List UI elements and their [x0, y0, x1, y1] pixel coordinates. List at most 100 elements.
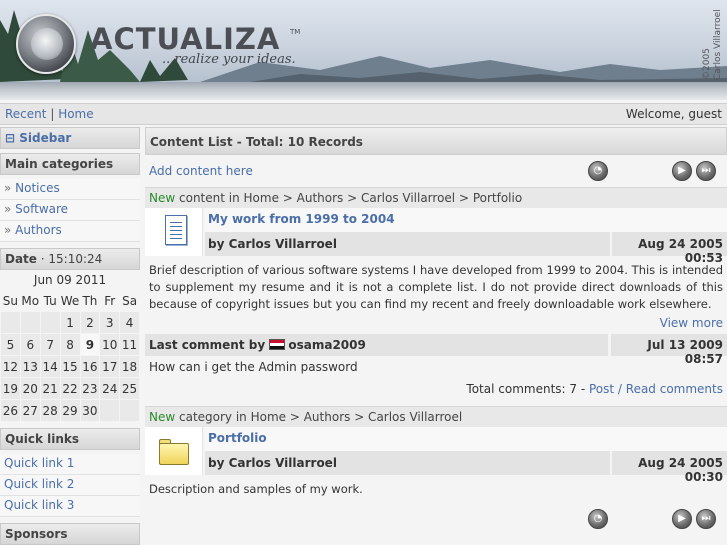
calendar-day[interactable]: 6 [19, 333, 41, 356]
breadcrumb-path: content in Home > Authors > Carlos Villa… [175, 191, 523, 205]
bottom-toolbar: ◔ ▶ ⏭ [145, 507, 727, 537]
item-breadcrumb: New content in Home > Authors > Carlos V… [145, 187, 727, 208]
item-title-link[interactable]: Portfolio [208, 431, 267, 445]
calendar-empty-cell [119, 399, 140, 422]
item-icon-cell [145, 208, 203, 256]
comment-date: Jul 13 2009 08:57 [611, 334, 727, 366]
calendar-day[interactable]: 10 [99, 333, 121, 356]
calendar-day[interactable]: 19 [0, 377, 21, 400]
calendar-month: Jun 09 2011 [0, 270, 140, 290]
folder-icon [159, 443, 189, 465]
copyright-name: Carlos Villarroel [713, 9, 723, 80]
item-title-link[interactable]: My work from 1999 to 2004 [208, 212, 395, 226]
category-item-authors[interactable]: » Authors [0, 221, 140, 242]
item-title: My work from 1999 to 2004 [205, 208, 727, 232]
view-more-row: View more [145, 314, 727, 334]
calendar-day[interactable]: 5 [0, 333, 21, 356]
last-comment-label: Last comment by [149, 338, 266, 352]
header-banner: ACTUALIZA TM ...realize your ideas. ©200… [0, 0, 727, 100]
brand-name: ACTUALIZA [90, 22, 281, 56]
top-nav: Recent | Home [5, 107, 94, 121]
item-author: by Carlos Villarroel [205, 232, 610, 256]
quick-link-2[interactable]: Quick link 2 [0, 475, 140, 496]
calendar-day[interactable]: 30 [79, 399, 101, 422]
refresh-icon[interactable]: ◔ [588, 161, 608, 181]
category-label[interactable]: Software [15, 202, 68, 216]
calendar-day[interactable]: 8 [59, 333, 81, 356]
quick-link-label[interactable]: Quick link 1 [4, 456, 74, 470]
total-comments: Total comments: 7 - [466, 382, 589, 396]
category-item-software[interactable]: » Software [0, 200, 140, 221]
calendar-day[interactable]: 27 [19, 399, 41, 422]
logo-icon [16, 14, 76, 74]
quick-link-3[interactable]: Quick link 3 [0, 496, 140, 517]
calendar-day[interactable]: 16 [79, 355, 101, 378]
copyright: ©2005 Carlos Villarroel [700, 4, 724, 82]
breadcrumb-path: category in Home > Authors > Carlos Vill… [175, 410, 463, 424]
calendar-day[interactable]: 3 [99, 311, 121, 334]
top-navigation-bar: Recent | Home Welcome, guest [0, 103, 727, 125]
new-label: New [149, 191, 176, 205]
clock-time: 15:10:24 [48, 252, 103, 266]
calendar: Su Mo Tu We Th Fr Sa 1 2 3 4 5 6 7 8 9 10 11 12 13 14 15 16 17… [0, 290, 140, 422]
calendar-day[interactable]: 2 [79, 311, 101, 334]
quick-link-label[interactable]: Quick link 3 [4, 498, 74, 512]
collapse-icon[interactable]: ⊟ [5, 131, 15, 145]
post-read-comments-link[interactable]: Post / Read comments [589, 382, 723, 396]
calendar-empty-cell [39, 311, 61, 334]
calendar-day[interactable]: 22 [59, 377, 81, 400]
weekday-label: We [59, 290, 81, 312]
add-content-link[interactable]: Add content here [149, 164, 253, 178]
calendar-day[interactable]: 7 [39, 333, 61, 356]
date-header: Date · 15:10:24 [0, 248, 140, 270]
weekday-label: Tu [39, 290, 61, 312]
calendar-day[interactable]: 26 [0, 399, 21, 422]
item-author: by Carlos Villarroel [205, 451, 610, 475]
quick-link-label[interactable]: Quick link 2 [4, 477, 74, 491]
recent-link[interactable]: Recent [5, 107, 46, 121]
weekday-label: Th [79, 290, 101, 312]
calendar-today[interactable]: 9 [79, 333, 101, 356]
calendar-day[interactable]: 13 [19, 355, 41, 378]
calendar-day[interactable]: 23 [79, 377, 101, 400]
refresh-icon[interactable]: ◔ [588, 509, 608, 529]
calendar-day[interactable]: 18 [119, 355, 140, 378]
calendar-day[interactable]: 20 [19, 377, 41, 400]
comment-user: osama2009 [288, 338, 366, 352]
calendar-day[interactable]: 21 [39, 377, 61, 400]
last-page-icon[interactable]: ⏭ [696, 509, 716, 529]
item-description: Brief description of various software sy… [145, 258, 727, 314]
trademark: TM [290, 28, 301, 36]
calendar-day[interactable]: 11 [119, 333, 140, 356]
calendar-day[interactable]: 14 [39, 355, 61, 378]
content-list-title: Content List - Total: 10 Records [145, 127, 727, 155]
quick-link-1[interactable]: Quick link 1 [0, 454, 140, 475]
calendar-day[interactable]: 17 [99, 355, 121, 378]
calendar-day[interactable]: 15 [59, 355, 81, 378]
category-label[interactable]: Notices [15, 181, 60, 195]
item-icon-cell [145, 427, 203, 475]
last-page-icon[interactable]: ⏭ [696, 161, 716, 181]
item-date: Aug 24 2005 00:30 [612, 451, 727, 484]
view-more-link[interactable]: View more [660, 316, 723, 330]
welcome-text: Welcome, guest [625, 107, 722, 121]
calendar-day[interactable]: 1 [59, 311, 81, 334]
calendar-day[interactable]: 29 [59, 399, 81, 422]
sidebar-title[interactable]: Sidebar [19, 131, 71, 145]
calendar-day[interactable]: 25 [119, 377, 140, 400]
home-link[interactable]: Home [58, 107, 93, 121]
category-item-notices[interactable]: » Notices [0, 179, 140, 200]
next-page-icon[interactable]: ▶ [672, 161, 692, 181]
banner-water [0, 82, 727, 100]
calendar-day[interactable]: 28 [39, 399, 61, 422]
main-content: Content List - Total: 10 Records Add con… [145, 127, 727, 545]
new-label: New [149, 410, 176, 424]
calendar-day[interactable]: 24 [99, 377, 121, 400]
flag-icon [269, 339, 286, 350]
calendar-day[interactable]: 12 [0, 355, 21, 378]
category-label[interactable]: Authors [15, 223, 62, 237]
sidebar-header[interactable]: ⊟ Sidebar [0, 127, 140, 149]
next-page-icon[interactable]: ▶ [672, 509, 692, 529]
nav-separator: | [50, 107, 55, 121]
calendar-day[interactable]: 4 [119, 311, 140, 334]
